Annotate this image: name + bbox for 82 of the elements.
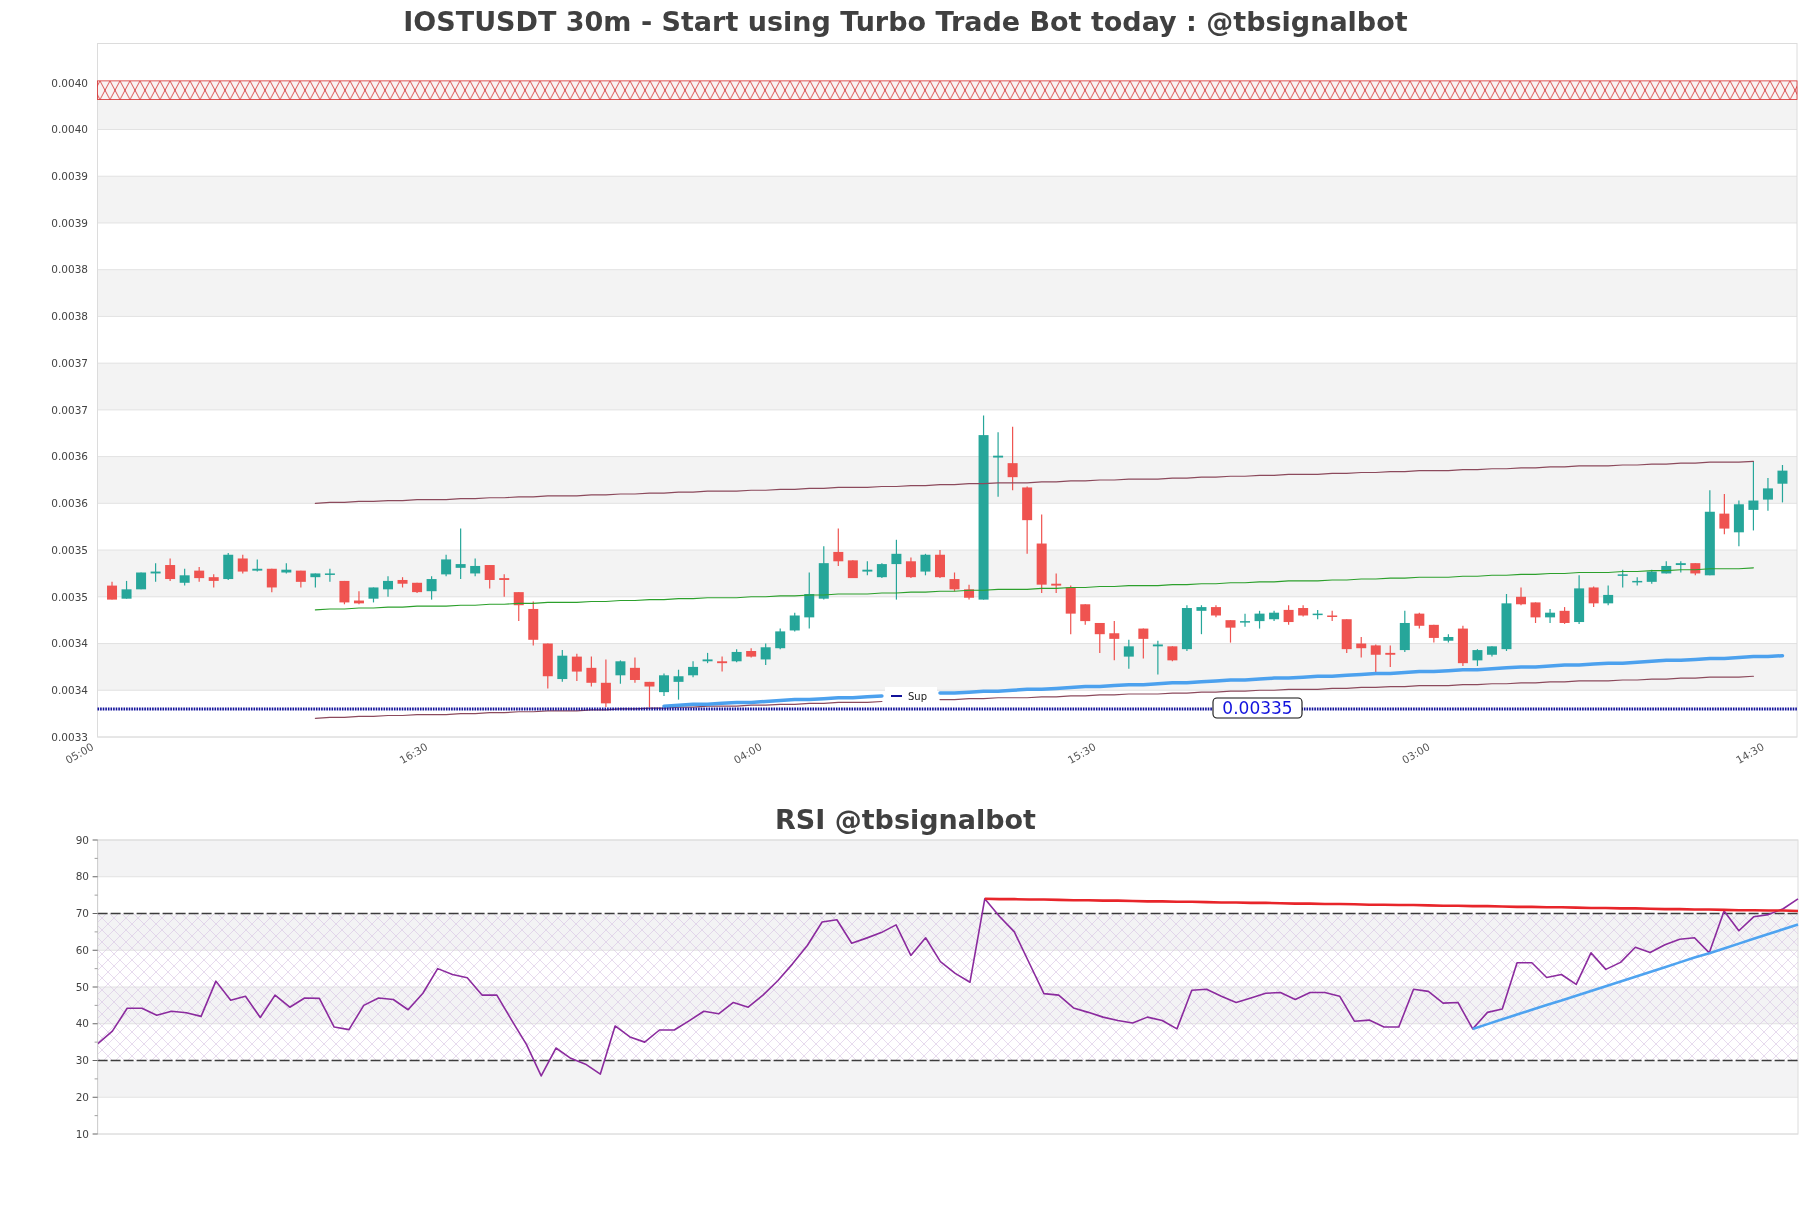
candlestick (455, 527, 466, 580)
candlestick (1283, 604, 1294, 626)
candlestick (1094, 622, 1105, 654)
candlestick (1123, 639, 1134, 670)
candlestick (484, 564, 495, 589)
legend-label: Sup (908, 690, 928, 702)
candlestick (673, 669, 684, 701)
candlestick (1225, 619, 1236, 644)
candlestick (934, 549, 945, 579)
axis-tick-label: 0.0036 (51, 497, 88, 510)
candlestick (1748, 460, 1759, 532)
candlestick (1080, 603, 1091, 626)
candlestick (659, 672, 669, 697)
candlestick (1762, 477, 1773, 512)
candlestick (571, 653, 582, 682)
axis-tick-label: 0.0038 (51, 310, 88, 323)
candlestick (644, 681, 655, 708)
candlestick (1196, 604, 1207, 635)
candlestick (1370, 643, 1381, 675)
axis-tick-label: 0.0039 (51, 216, 88, 229)
candlestick (789, 612, 800, 632)
candlestick (949, 571, 960, 592)
candlestick (717, 656, 728, 673)
candlestick (1385, 644, 1396, 668)
axis-tick-label: 30 (75, 1054, 89, 1067)
axis-tick-label: 20 (75, 1090, 89, 1103)
axis-tick-label: 0.0033 (51, 730, 88, 743)
candlestick (426, 575, 437, 601)
axis-tick-label: 0.0035 (51, 590, 88, 603)
price-tag: 0.00335 (1212, 697, 1303, 719)
candlestick (905, 556, 916, 579)
axis-tick-label: 0.0038 (51, 263, 88, 276)
candlestick (1603, 584, 1614, 606)
axis-tick-label: 10 (75, 1127, 89, 1140)
axis-tick-label: 0.0040 (51, 76, 88, 89)
candlestick (237, 554, 248, 575)
candlestick (1051, 572, 1062, 594)
candlestick (586, 656, 597, 688)
axis-tick-label: 80 (75, 870, 89, 883)
candlestick (441, 554, 452, 577)
candlestick (615, 659, 626, 685)
axis-tick-label: 0.0034 (51, 684, 88, 697)
axis-tick-label: 0.0037 (51, 356, 88, 369)
candlestick (1516, 586, 1527, 606)
candlestick (993, 431, 1004, 498)
candlestick (499, 573, 510, 598)
candlestick (1152, 640, 1163, 675)
candlestick (891, 539, 902, 601)
candlestick (920, 553, 931, 576)
candlestick (1719, 493, 1730, 535)
candlestick (600, 658, 611, 708)
candlestick (775, 627, 786, 650)
candlestick (804, 571, 815, 630)
candlestick (557, 649, 568, 683)
axis-tick-label: 40 (75, 1017, 89, 1030)
candlestick (1138, 627, 1149, 660)
candlestick (165, 557, 176, 582)
axis-tick-label: 90 (75, 836, 89, 846)
axis-tick-label: 70 (75, 907, 89, 920)
candlestick (1777, 464, 1788, 504)
axis-tick-label: 0.0034 (51, 637, 88, 650)
candlestick (324, 568, 335, 583)
axis-tick-label: 0.0039 (51, 170, 88, 182)
axis-tick-label: 0.0035 (51, 543, 88, 556)
axis-tick-label: 0.0036 (51, 450, 88, 463)
candlestick (760, 642, 771, 666)
candlestick (833, 527, 844, 567)
candlestick (1109, 620, 1120, 661)
axis-tick-label: 0.0037 (51, 403, 88, 416)
candlestick (383, 575, 394, 598)
candlestick (1007, 426, 1018, 491)
candlestick (1240, 613, 1251, 628)
legend-line-icon (890, 695, 903, 697)
chart-title: RSI @tbsignalbot (773, 803, 1038, 836)
axis-tick-label: 60 (75, 943, 89, 956)
axis-tick-label: 50 (75, 980, 89, 993)
candlestick (513, 591, 524, 622)
candlestick (1530, 601, 1541, 624)
ref-line-label: 0.00335 (1222, 698, 1293, 719)
axis-tick-label: 0.0040 (51, 123, 88, 136)
candlestick (629, 656, 640, 684)
chart-title: IOSTUSDT 30m - Start using Turbo Trade Bot today : @tbsignalbot (402, 5, 1409, 39)
